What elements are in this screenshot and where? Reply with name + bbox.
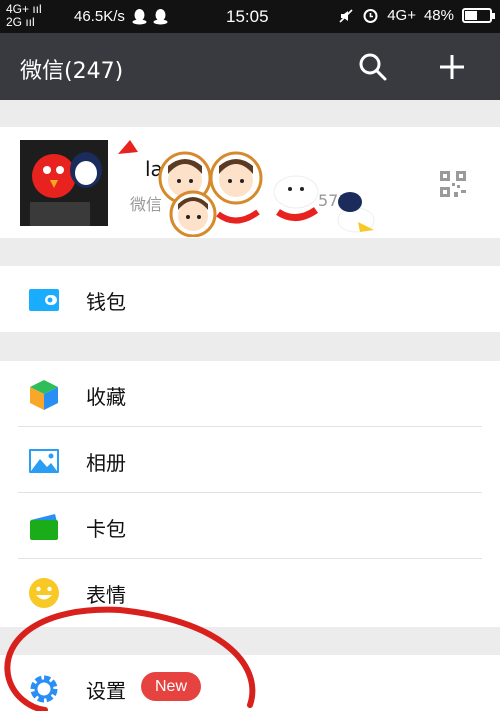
wallet-section: 钱包	[0, 266, 500, 332]
menu-item-stickers[interactable]: 表情	[0, 559, 500, 625]
sticker-decoration	[118, 140, 375, 237]
menu-label-stickers: 表情	[86, 583, 126, 607]
collection-section: 收藏 相册 卡包 表情	[0, 361, 500, 627]
network-speed: 46.5K/s	[74, 8, 125, 25]
gear-icon	[30, 675, 58, 703]
menu-item-settings[interactable]: 设置 New	[0, 655, 500, 711]
clock: 15:05	[226, 7, 269, 26]
card-icon	[30, 514, 58, 540]
status-right-group: 4G+ 48%	[338, 7, 495, 24]
battery-percent: 48%	[423, 7, 454, 24]
settings-section: 设置 New	[0, 655, 500, 711]
menu-label-favorites: 收藏	[86, 385, 126, 409]
menu-item-wallet[interactable]: 钱包	[0, 266, 500, 332]
qq-penguin-icon	[153, 9, 168, 25]
menu-item-cards[interactable]: 卡包	[0, 493, 500, 559]
app-title: 微信(247)	[20, 59, 124, 84]
alarm-icon	[363, 9, 378, 23]
photo-icon	[29, 449, 59, 473]
app-bar: 微信(247)	[0, 33, 500, 100]
qq-penguin-icon	[132, 9, 147, 25]
network-2g-label: 2G ııl	[6, 15, 35, 29]
status-bar: 4G+ ııl 2G ııl 46.5K/s 15:05 4G+ 48%	[0, 0, 500, 33]
search-icon[interactable]	[357, 51, 389, 83]
menu-label-cards: 卡包	[86, 517, 126, 541]
new-badge: New	[141, 672, 202, 701]
wallet-icon	[29, 289, 59, 311]
plus-icon[interactable]	[436, 51, 468, 83]
cube-icon	[30, 380, 58, 410]
qr-code-icon[interactable]	[440, 171, 466, 197]
menu-item-favorites[interactable]: 收藏	[0, 361, 500, 427]
menu-label-album: 相册	[86, 451, 126, 475]
menu-label-settings: 设置	[86, 679, 126, 703]
avatar-image	[20, 140, 108, 226]
menu-item-album[interactable]: 相册	[0, 427, 500, 493]
network-indicator: 4G+ ııl 2G ııl	[6, 3, 42, 29]
menu-label-wallet: 钱包	[86, 290, 126, 314]
silent-icon	[339, 8, 353, 23]
smiley-icon	[29, 578, 59, 608]
network-4g-right: 4G+	[387, 7, 416, 24]
avatar[interactable]	[20, 140, 108, 226]
battery-icon	[462, 8, 495, 23]
profile-card[interactable]: la 微信 571	[0, 127, 500, 238]
